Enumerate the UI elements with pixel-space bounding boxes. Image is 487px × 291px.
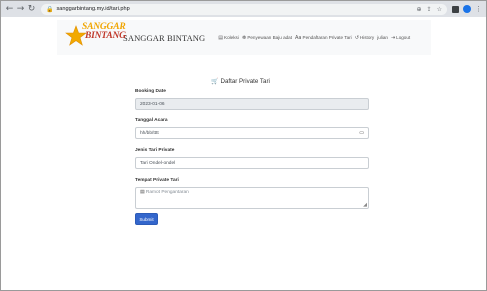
form-title-text: Daftar Private Tari — [220, 78, 270, 85]
calendar-icon[interactable]: ▭ — [359, 130, 364, 136]
nav-label: Penyewaan Baju adat — [247, 35, 293, 40]
nav-logout[interactable]: ⇥ Logout — [391, 35, 410, 41]
extension-area: ⋮ — [452, 5, 482, 13]
profile-avatar[interactable] — [463, 5, 471, 13]
browser-toolbar: ← → ↻ 🔒 sanggarbintang.my.id/tari.php ⊕ … — [1, 1, 486, 17]
reload-icon[interactable]: ↻ — [26, 3, 37, 15]
browser-window: ← → ↻ 🔒 sanggarbintang.my.id/tari.php ⊕ … — [0, 0, 487, 291]
event-date-label: Tanggal Acara — [135, 118, 168, 123]
lock-icon[interactable]: 🔒 — [46, 6, 53, 13]
dance-type-label: Jenis Tari Private — [135, 148, 175, 153]
nav-history[interactable]: ↺ History — [355, 35, 375, 41]
logout-icon: ⇥ — [390, 34, 396, 41]
venue-label: Tempat Private Tari — [135, 178, 179, 183]
address-bar-actions: ⊕ ⇪ ☆ — [417, 6, 447, 13]
event-date-value: hh/bb/tttt — [140, 130, 159, 136]
dance-type-input[interactable]: Tari Ondel-ondel — [135, 157, 369, 169]
resize-handle-icon[interactable]: ◢ — [363, 202, 367, 208]
nav-user-julian[interactable]: julian — [377, 35, 388, 40]
text-icon: Aa — [295, 34, 302, 41]
textarea-icon: ▤ — [140, 190, 145, 195]
nav-label: History — [359, 35, 375, 40]
nav-pendaftaran-private-tari[interactable]: Aa Pendaftaran Private Tari — [295, 35, 352, 41]
nav-koleksi[interactable]: ▤ Koleksi — [218, 35, 239, 41]
history-icon: ↺ — [354, 34, 359, 41]
more-menu-icon[interactable]: ⋮ — [475, 5, 482, 13]
site-navbar: SANGGAR BINTANG SANGGAR BINTANG ▤ Koleks… — [57, 20, 431, 55]
zoom-icon[interactable]: ⊕ — [417, 6, 422, 13]
venue-textarea[interactable]: ▤ Ramot Pengantaran ◢ — [135, 187, 369, 209]
main-nav: ▤ Koleksi ☸ Penyewaan Baju adat Aa Penda… — [218, 35, 413, 41]
booking-date-value: 2023-01-06 — [140, 101, 165, 107]
submit-button[interactable]: Submit — [135, 213, 158, 225]
dance-type-value: Tari Ondel-ondel — [140, 160, 176, 166]
hanger-icon: ☸ — [241, 34, 247, 41]
nav-label: Pendaftaran Private Tari — [302, 35, 352, 40]
share-icon[interactable]: ⇪ — [427, 6, 432, 13]
address-bar[interactable]: 🔒 sanggarbintang.my.id/tari.php ⊕ ⇪ ☆ — [41, 3, 447, 15]
booking-date-field: 2023-01-06 — [135, 98, 369, 110]
booking-date-label: Booking Date — [135, 89, 166, 94]
nav-label: julian — [377, 35, 388, 40]
site-logo[interactable]: SANGGAR BINTANG — [65, 21, 126, 55]
logo-wordmark: SANGGAR BINTANG — [82, 21, 126, 41]
form-title: 🛒 Daftar Private Tari — [211, 78, 270, 85]
extension-icon[interactable] — [452, 5, 459, 13]
back-arrow-icon[interactable]: ← — [4, 3, 15, 15]
list-icon: ▤ — [218, 34, 224, 41]
nav-label: Koleksi — [224, 35, 239, 40]
nav-penyewaan-baju-adat[interactable]: ☸ Penyewaan Baju adat — [242, 35, 292, 41]
logo-line-1: SANGGAR — [82, 21, 126, 32]
nav-label: Logout — [396, 35, 411, 40]
event-date-input[interactable]: hh/bb/tttt ▭ — [135, 127, 369, 139]
cart-icon: 🛒 — [211, 78, 219, 85]
forward-arrow-icon[interactable]: → — [15, 3, 26, 15]
logo-line-2: BINTANG — [85, 30, 126, 41]
brand-name[interactable]: SANGGAR BINTANG — [123, 33, 205, 43]
star-icon[interactable]: ☆ — [437, 6, 442, 13]
venue-placeholder: Ramot Pengantaran — [145, 190, 189, 195]
url-text: sanggarbintang.my.id/tari.php — [56, 6, 130, 12]
